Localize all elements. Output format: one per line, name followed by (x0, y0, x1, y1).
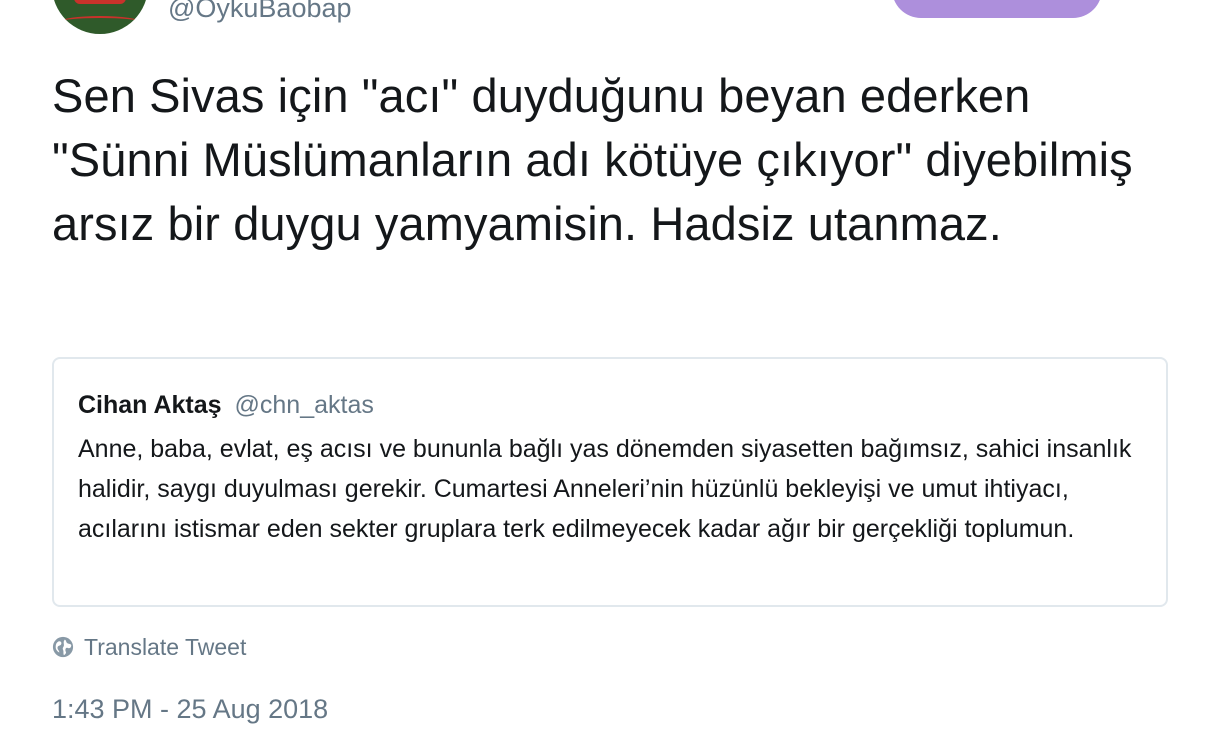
quoted-tweet-author-handle: @chn_aktas (234, 391, 374, 419)
avatar-emblem (74, 0, 126, 4)
quoted-tweet-author-name: Cihan Aktaş (78, 391, 222, 419)
quoted-tweet-card[interactable]: Cihan Aktaş @chn_aktas Anne, baba, evlat… (52, 357, 1168, 607)
avatar-ring (60, 16, 140, 28)
avatar[interactable] (52, 0, 148, 34)
author-handle[interactable]: @OykuBaobap (168, 0, 352, 24)
globe-icon (52, 636, 74, 658)
tweet-text: Sen Sivas için "acı" duyduğunu beyan ede… (52, 69, 1133, 250)
tweet-timestamp[interactable]: 1:43 PM - 25 Aug 2018 (52, 692, 328, 726)
quoted-tweet-header: Cihan Aktaş @chn_aktas (78, 389, 374, 421)
quoted-tweet-text: Anne, baba, evlat, eş acısı ve bununla b… (78, 435, 1132, 543)
tweet-detail: @OykuBaobap Sen Sivas için "acı" duyduğu… (0, 0, 1208, 746)
follow-button[interactable] (892, 0, 1102, 18)
translate-tweet-link[interactable]: Translate Tweet (52, 632, 246, 662)
translate-tweet-label: Translate Tweet (84, 633, 247, 660)
